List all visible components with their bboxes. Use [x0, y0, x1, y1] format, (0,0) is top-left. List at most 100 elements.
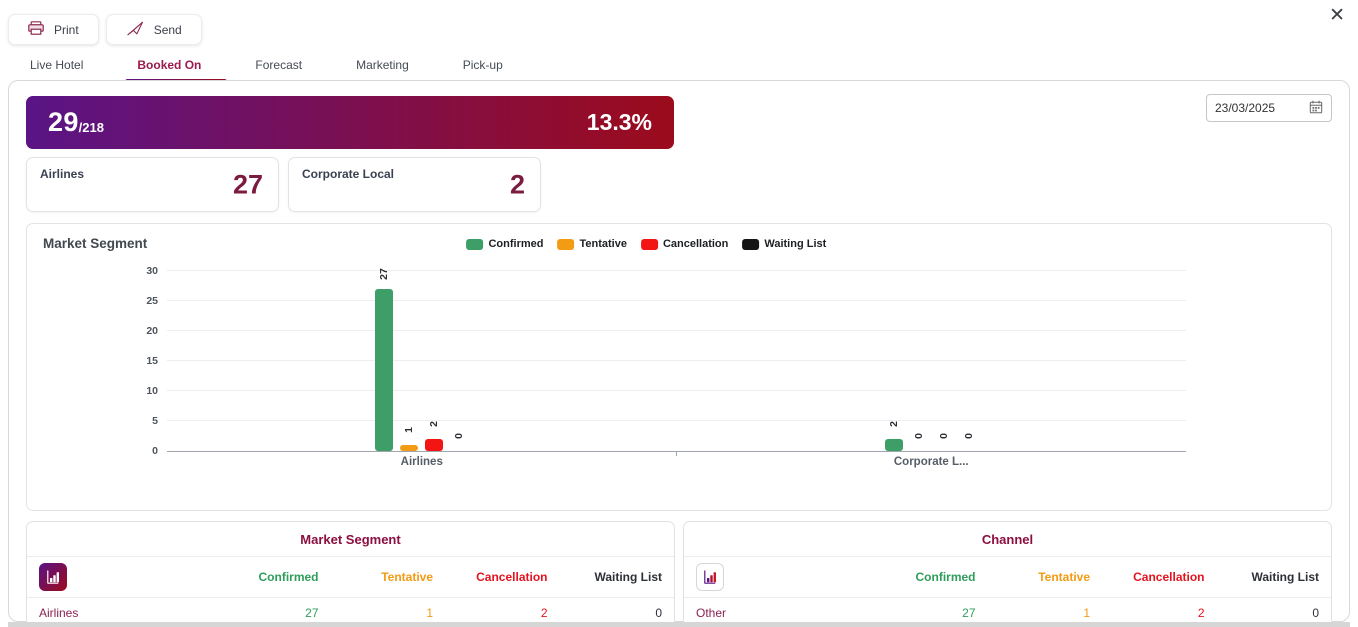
- cell-confirmed: 27: [204, 606, 319, 620]
- cell-tentative: 1: [319, 606, 434, 620]
- table-title: Channel: [684, 522, 1331, 557]
- bar-value-label: 2: [428, 421, 440, 427]
- legend-swatch: [557, 239, 574, 250]
- column-header-tentative: Tentative: [319, 570, 434, 584]
- cell-cancellation: 2: [1090, 606, 1205, 620]
- bar-slot: 0: [960, 274, 978, 451]
- y-axis-tick-label: 20: [146, 325, 158, 337]
- bar-tentative[interactable]: [400, 445, 418, 451]
- table-title: Market Segment: [27, 522, 674, 557]
- close-icon[interactable]: ✕: [1329, 6, 1345, 26]
- bottom-scrollbar[interactable]: [8, 622, 1350, 627]
- market-segment-chart-panel: Market Segment Confirmed Tentative Cancell…: [26, 223, 1332, 511]
- bar-confirmed[interactable]: [885, 439, 903, 451]
- legend-item-confirmed: Confirmed: [466, 238, 543, 250]
- date-value: 23/03/2025: [1215, 101, 1275, 115]
- legend-swatch: [466, 239, 483, 250]
- bar-confirmed[interactable]: [375, 289, 393, 451]
- y-axis-tick-label: 5: [152, 415, 158, 427]
- send-button-label: Send: [154, 23, 182, 37]
- legend-label: Tentative: [579, 238, 626, 250]
- booked-count: 29: [48, 107, 79, 138]
- column-header-waiting-list: Waiting List: [1205, 570, 1320, 584]
- bar-value-label: 0: [453, 433, 465, 439]
- bar-value-label: 2: [888, 421, 900, 427]
- y-axis-tick-label: 10: [146, 385, 158, 397]
- printer-icon: [28, 21, 44, 38]
- table-header-row: ConfirmedTentativeCancellationWaiting Li…: [27, 557, 674, 598]
- tab-forecast[interactable]: Forecast: [241, 56, 316, 76]
- legend-label: Cancellation: [663, 238, 728, 250]
- legend-item-tentative: Tentative: [557, 238, 626, 250]
- cell-confirmed: 27: [861, 606, 976, 620]
- table-card-market-segment: Market SegmentConfirmedTentativeCancella…: [26, 521, 675, 627]
- date-picker[interactable]: 23/03/2025: [1206, 94, 1332, 122]
- stat-value: 2: [510, 169, 525, 200]
- bar-chart-icon[interactable]: [696, 563, 724, 591]
- bar-slot: 0: [935, 274, 953, 451]
- bar-value-label: 27: [378, 268, 390, 280]
- bar-value-label: 0: [963, 433, 975, 439]
- column-header-waiting-list: Waiting List: [548, 570, 663, 584]
- column-header-cancellation: Cancellation: [433, 570, 548, 584]
- bar-slot: 0: [450, 274, 468, 451]
- legend-label: Confirmed: [488, 238, 543, 250]
- tab-live-hotel[interactable]: Live Hotel: [16, 56, 97, 76]
- bar-slot: 27: [375, 274, 393, 451]
- bar-slot: 1: [400, 274, 418, 451]
- print-button[interactable]: Print: [8, 14, 99, 45]
- send-button[interactable]: Send: [106, 14, 202, 45]
- bar-cancellation[interactable]: [425, 439, 443, 451]
- tab-marketing[interactable]: Marketing: [342, 56, 423, 76]
- tab-booked-on[interactable]: Booked On: [123, 56, 215, 76]
- paper-plane-icon: [126, 21, 144, 39]
- calendar-icon[interactable]: [1309, 100, 1323, 117]
- y-axis-tick-label: 15: [146, 355, 158, 367]
- cell-tentative: 1: [976, 606, 1091, 620]
- y-axis-tick-label: 30: [146, 265, 158, 277]
- kpi-row: 29 /218 13.3% 23/03/2025: [26, 96, 1332, 149]
- y-axis-tick-label: 25: [146, 295, 158, 307]
- cell-cancellation: 2: [433, 606, 548, 620]
- stat-card-airlines[interactable]: Airlines 27: [26, 157, 279, 212]
- tab-pick-up[interactable]: Pick-up: [449, 56, 517, 76]
- column-header-confirmed: Confirmed: [204, 570, 319, 584]
- toolbar: Print Send: [8, 14, 202, 45]
- booked-total: /218: [79, 120, 104, 135]
- occupancy-percent: 13.3%: [587, 109, 652, 136]
- category-label: Corporate L...: [677, 456, 1187, 468]
- stat-value: 27: [233, 169, 263, 200]
- table-card-channel: ChannelConfirmedTentativeCancellationWai…: [683, 521, 1332, 627]
- chart-category-corporate-l: 2000Corporate L...: [677, 274, 1187, 451]
- bar-chart-icon[interactable]: [39, 563, 67, 591]
- legend-item-waiting-list: Waiting List: [742, 238, 826, 250]
- summary-tables-row: Market SegmentConfirmedTentativeCancella…: [26, 521, 1332, 627]
- stat-cards-row: Airlines 27 Corporate Local 2: [26, 157, 1332, 212]
- category-label: Airlines: [167, 456, 677, 468]
- bar-value-label: 0: [938, 433, 950, 439]
- row-label: Other: [696, 606, 861, 620]
- tab-bar: Live Hotel Booked On Forecast Marketing Pick…: [16, 56, 543, 76]
- chart-title: Market Segment: [43, 236, 147, 251]
- chart-category-airlines: 27120Airlines: [167, 274, 677, 451]
- print-button-label: Print: [54, 23, 79, 37]
- stat-label: Corporate Local: [302, 167, 527, 181]
- row-label: Airlines: [39, 606, 204, 620]
- cell-waiting-list: 0: [548, 606, 663, 620]
- chart-legend: Confirmed Tentative Cancellation Waiting Li…: [466, 238, 826, 250]
- legend-swatch: [641, 239, 658, 250]
- bar-slot: 0: [910, 274, 928, 451]
- chart-plot-area: 05101520253027120Airlines2000Corporate L…: [167, 274, 1186, 452]
- stat-label: Airlines: [40, 167, 265, 181]
- legend-item-cancellation: Cancellation: [641, 238, 728, 250]
- column-header-tentative: Tentative: [976, 570, 1091, 584]
- table-header-row: ConfirmedTentativeCancellationWaiting Li…: [684, 557, 1331, 598]
- table-icon-cell: [696, 563, 861, 591]
- stat-card-corporate-local[interactable]: Corporate Local 2: [288, 157, 541, 212]
- legend-swatch: [742, 239, 759, 250]
- kpi-banner: 29 /218 13.3%: [26, 96, 674, 149]
- bar-value-label: 0: [913, 433, 925, 439]
- column-header-confirmed: Confirmed: [861, 570, 976, 584]
- table-icon-cell: [39, 563, 204, 591]
- cell-waiting-list: 0: [1205, 606, 1320, 620]
